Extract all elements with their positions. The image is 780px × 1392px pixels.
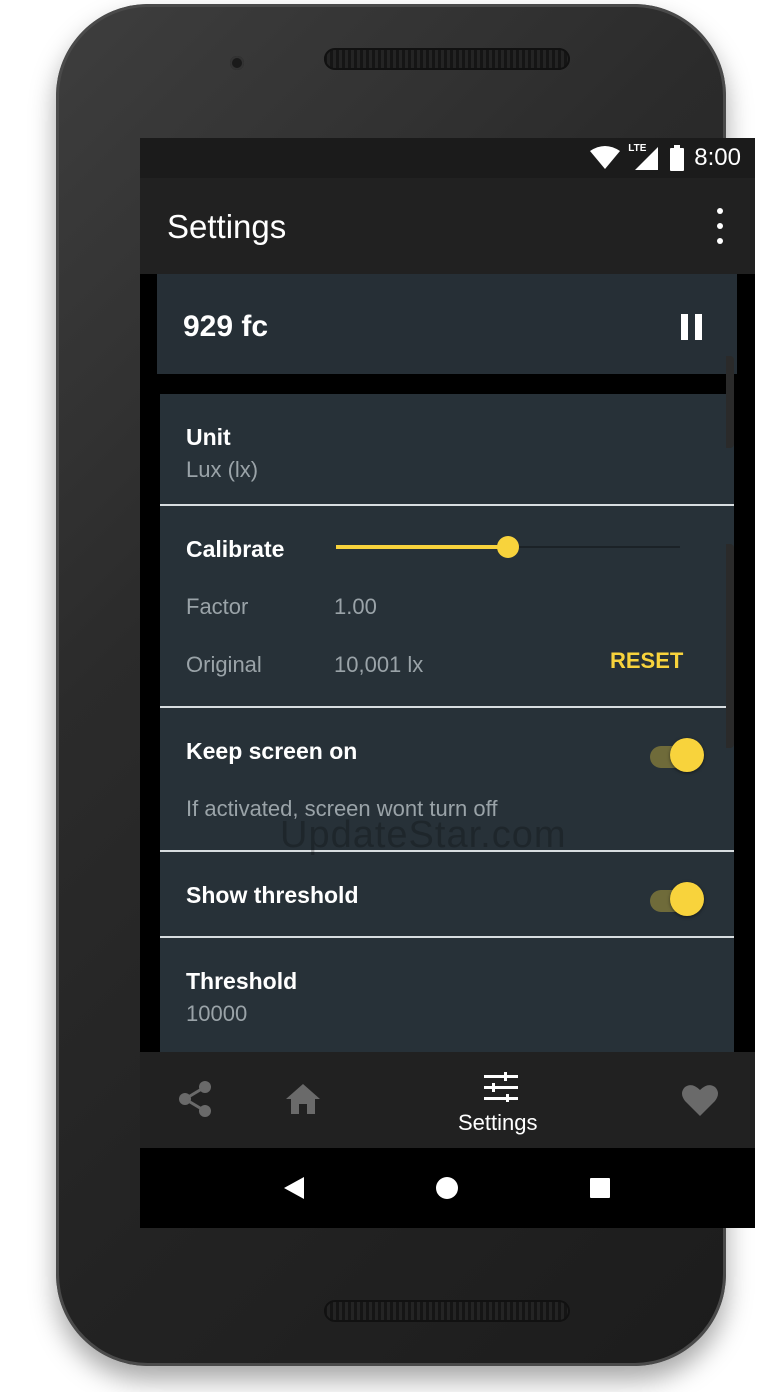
- watermark: UpdateStar.com: [280, 814, 567, 856]
- settings-card: Unit Lux (lx) Calibrate Factor 1.00 Orig…: [160, 394, 734, 1054]
- status-bar: LTE 8:00: [140, 138, 755, 178]
- volume-button: [726, 356, 734, 448]
- calibrate-slider-fill: [336, 545, 508, 549]
- front-camera: [230, 56, 244, 70]
- cellular-lte-icon: LTE: [628, 143, 660, 171]
- bottom-speaker: [324, 1300, 570, 1322]
- content-area: 929 fc Unit Lux (lx) Calibrate Factor 1.…: [140, 274, 755, 1186]
- back-icon[interactable]: [284, 1177, 304, 1204]
- top-speaker: [324, 48, 570, 70]
- share-icon[interactable]: [178, 1080, 212, 1123]
- show-threshold-setting[interactable]: Show threshold: [160, 852, 734, 936]
- app-toolbar: Settings: [140, 178, 755, 274]
- system-navigation: [140, 1148, 755, 1228]
- threshold-value: 10000: [186, 1001, 248, 1026]
- unit-value: Lux (lx): [186, 457, 259, 482]
- power-button: [726, 544, 734, 748]
- calibrate-slider-thumb[interactable]: [497, 536, 519, 558]
- threshold-setting[interactable]: Threshold 10000: [160, 938, 734, 1054]
- reset-button[interactable]: RESET: [610, 648, 683, 674]
- recents-icon[interactable]: [590, 1178, 610, 1203]
- pause-icon[interactable]: [681, 314, 703, 340]
- page-title: Settings: [167, 208, 287, 245]
- bottom-navigation: Settings: [140, 1052, 755, 1148]
- home-icon[interactable]: [286, 1084, 320, 1119]
- show-threshold-toggle[interactable]: [650, 882, 704, 918]
- keep-screen-on-title: Keep screen on: [186, 738, 358, 764]
- factor-label: Factor: [186, 594, 249, 619]
- battery-icon: [670, 145, 685, 171]
- screen: LTE 8:00 Settings 929 fc Unit Lux (lx) C…: [140, 138, 755, 1228]
- light-reading: 929 fc: [183, 310, 269, 343]
- unit-title: Unit: [186, 424, 231, 450]
- more-vert-icon[interactable]: [713, 208, 727, 244]
- calibrate-setting: Calibrate Factor 1.00 Original 10,001 lx…: [160, 506, 734, 706]
- reading-card: 929 fc: [157, 274, 737, 374]
- home-circle-icon[interactable]: [436, 1177, 458, 1204]
- wifi-icon: [590, 146, 621, 169]
- status-icons: LTE 8:00: [590, 143, 741, 172]
- threshold-title: Threshold: [186, 968, 298, 994]
- phone-frame: LTE 8:00 Settings 929 fc Unit Lux (lx) C…: [56, 4, 755, 1366]
- nav-settings-label[interactable]: Settings: [458, 1110, 538, 1136]
- unit-setting[interactable]: Unit Lux (lx): [160, 394, 734, 504]
- keep-screen-on-toggle[interactable]: [650, 738, 704, 774]
- show-threshold-title: Show threshold: [186, 882, 359, 908]
- heart-icon[interactable]: [682, 1084, 718, 1121]
- calibrate-title: Calibrate: [186, 536, 285, 562]
- original-value: 10,001 lx: [334, 652, 424, 677]
- status-time: 8:00: [694, 144, 741, 171]
- factor-value: 1.00: [334, 594, 377, 619]
- tune-icon[interactable]: [484, 1072, 518, 1107]
- original-label: Original: [186, 652, 262, 677]
